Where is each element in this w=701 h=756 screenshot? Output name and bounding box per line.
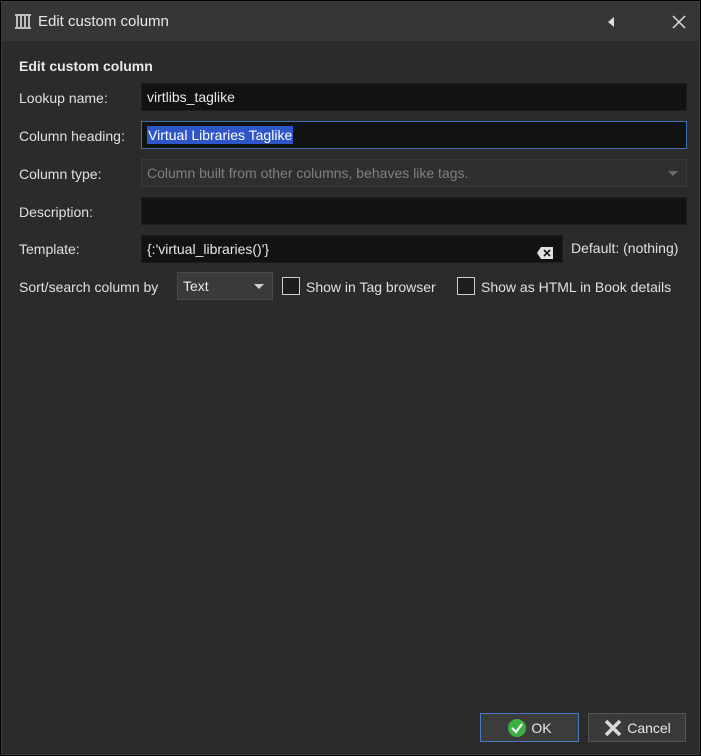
ok-label: OK	[531, 719, 552, 736]
show-as-html-label[interactable]: Show as HTML in Book details	[481, 279, 671, 295]
description-label: Description:	[19, 204, 93, 220]
show-in-tag-browser-checkbox[interactable]	[282, 277, 300, 295]
column-type-value: Column built from other columns, behaves…	[147, 165, 469, 181]
template-label: Template:	[19, 241, 80, 257]
ok-button[interactable]: OK	[480, 713, 579, 742]
sort-search-value: Text	[183, 278, 209, 294]
check-circle-icon	[508, 718, 527, 737]
template-default-text: Default: (nothing)	[571, 240, 679, 256]
template-value: {:'virtual_libraries()'}	[147, 241, 270, 257]
show-as-html-checkbox[interactable]	[457, 277, 475, 295]
close-button[interactable]	[662, 2, 696, 41]
window-title: Edit custom column	[38, 13, 169, 30]
chevron-down-icon	[254, 284, 264, 289]
dialog-window: Edit custom column Edit custom column Lo…	[1, 1, 700, 755]
form-heading: Edit custom column	[19, 58, 153, 74]
triangle-left-icon	[608, 16, 614, 27]
column-type-select: Column built from other columns, behaves…	[141, 159, 687, 187]
template-input[interactable]: {:'virtual_libraries()'}	[141, 235, 563, 263]
lookup-name-input[interactable]: virtlibs_taglike	[141, 83, 687, 111]
column-type-label: Column type:	[19, 166, 102, 182]
title-bar: Edit custom column	[2, 2, 699, 41]
library-columns-icon	[14, 12, 32, 30]
cancel-button[interactable]: Cancel	[588, 713, 686, 742]
clear-input-icon[interactable]	[536, 242, 554, 259]
x-mark-icon	[604, 719, 622, 736]
close-icon	[672, 15, 686, 28]
chevron-down-icon	[668, 171, 678, 176]
sort-search-label: Sort/search column by	[19, 279, 159, 295]
collapse-button[interactable]	[594, 2, 628, 41]
sort-search-select[interactable]: Text	[177, 272, 273, 300]
column-heading-label: Column heading:	[19, 128, 125, 144]
selected-text: Virtual Libraries Taglike	[147, 126, 294, 144]
cancel-label: Cancel	[627, 719, 671, 736]
lookup-name-label: Lookup name:	[19, 90, 108, 106]
description-input[interactable]	[141, 197, 687, 225]
column-heading-input[interactable]: Virtual Libraries Taglike	[141, 121, 687, 149]
show-in-tag-browser-label[interactable]: Show in Tag browser	[306, 279, 436, 295]
